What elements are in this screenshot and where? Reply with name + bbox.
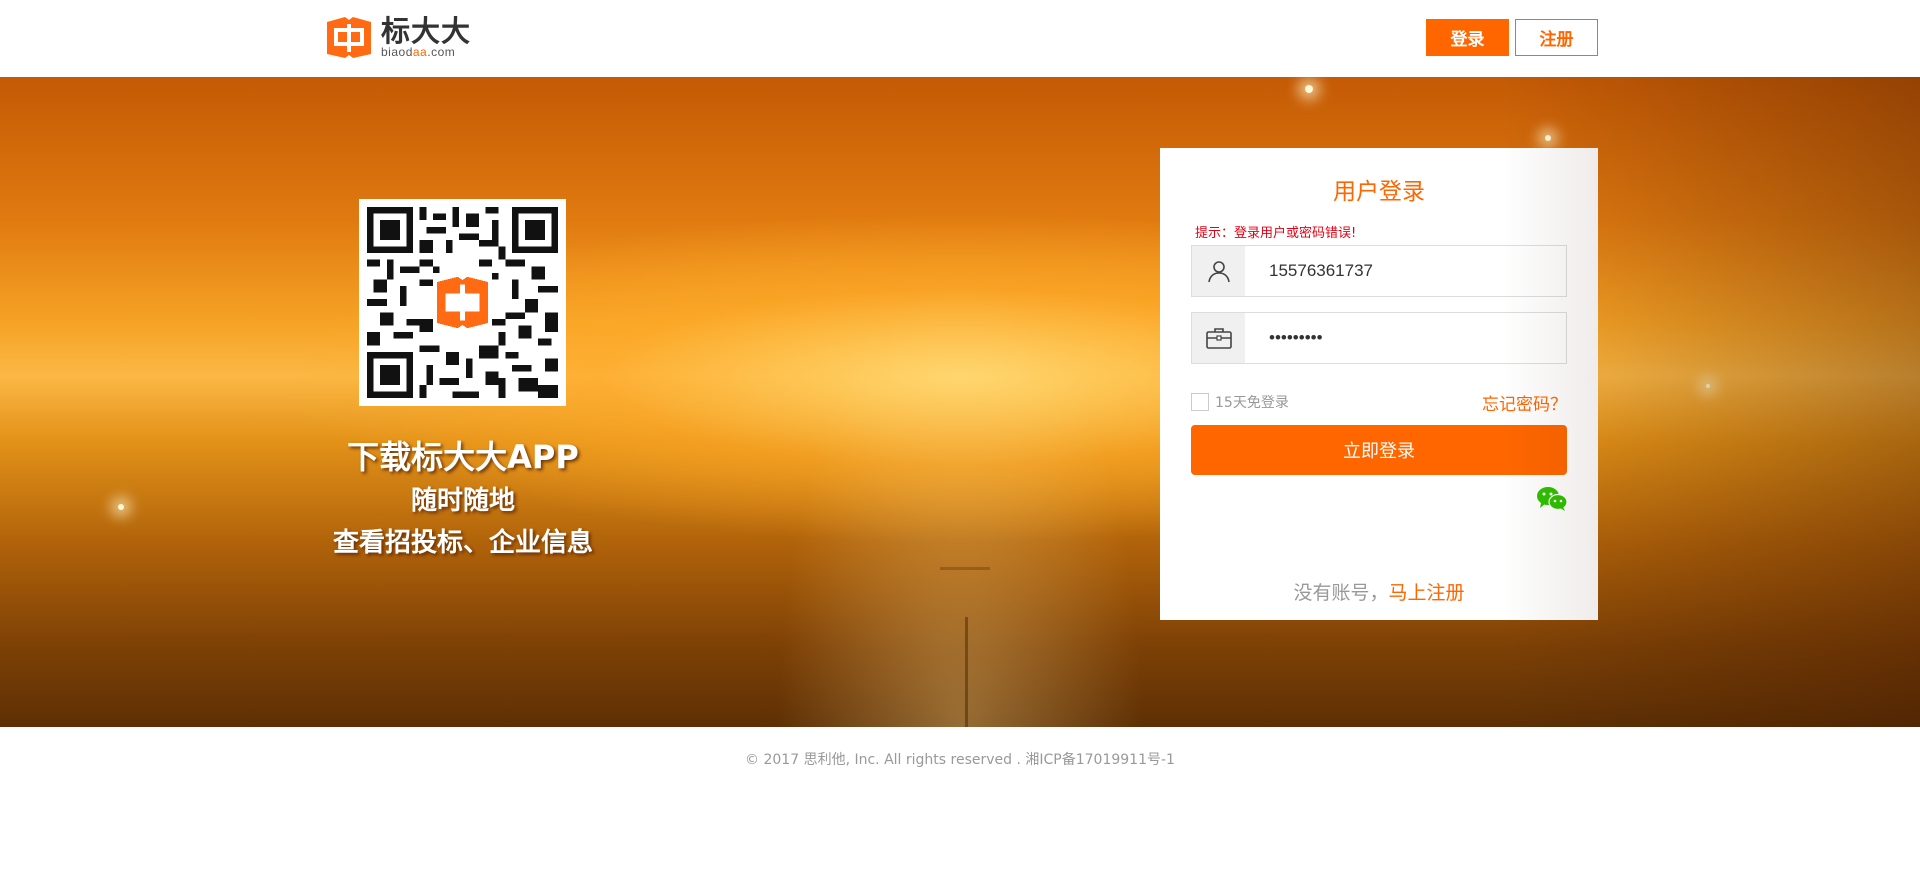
logo-icon [323,14,375,60]
no-account-text: 没有账号， [1293,582,1389,604]
username-input[interactable] [1245,246,1565,296]
app-qr-code [359,199,566,406]
password-field [1191,312,1567,364]
site-header: 标大大 biaodaa.com 登录 注册 [0,0,1920,77]
logo-domain: biaodaa.com [381,44,471,59]
logo-name: 标大大 [381,13,472,48]
login-card: 用户登录 提示：登录用户或密码错误! 15576361737 •••••••••… [1160,148,1598,620]
logo-domain-prefix: biaod [381,44,413,59]
remember-label: 15天免登录 [1215,395,1289,411]
header-register-button[interactable]: 注册 [1515,19,1598,56]
briefcase-icon [1192,313,1245,363]
register-now-link[interactable]: 马上注册 [1389,582,1465,604]
header-login-button[interactable]: 登录 [1426,19,1509,56]
logo-domain-accent: aa [412,44,428,59]
login-submit-button[interactable]: 立即登录 [1191,425,1567,475]
password-input[interactable] [1245,313,1565,363]
remember-checkbox[interactable] [1191,393,1209,411]
login-error-hint: 提示：登录用户或密码错误! [1195,226,1357,241]
username-field [1191,245,1567,297]
promo-line-2: 随时随地 [410,486,515,516]
wechat-icon[interactable] [1536,485,1568,513]
sparkle-decoration [1545,135,1551,141]
road-decoration [940,567,990,570]
sparkle-decoration [118,504,124,510]
site-logo[interactable]: 标大大 biaodaa.com [323,14,473,60]
logo-text: 标大大 biaodaa.com [381,16,471,59]
remember-me[interactable]: 15天免登录 [1191,392,1289,412]
sparkle-decoration [1706,384,1710,388]
road-decoration [965,617,968,727]
hero-banner: 下载标大大APP 随时随地 查看招投标、企业信息 用户登录 提示：登录用户或密码… [0,77,1920,727]
sparkle-decoration [1305,85,1313,93]
copyright-text: © 2017 思利他, Inc. All rights reserved . 湘… [745,752,1175,768]
qr-code-icon [367,207,558,398]
app-promo-text: 下载标大大APP 随时随地 查看招投标、企业信息 [300,434,626,564]
forgot-password-link[interactable]: 忘记密码？ [1482,390,1567,415]
logo-domain-suffix: .com [427,44,456,59]
promo-line-3: 查看招投标、企业信息 [332,528,593,558]
promo-line-1: 下载标大大APP [347,438,579,476]
login-title: 用户登录 [1333,179,1425,205]
site-footer: © 2017 思利他, Inc. All rights reserved . 湘… [0,749,1920,769]
register-prompt: 没有账号，马上注册 [1160,578,1598,605]
user-icon [1192,246,1245,296]
